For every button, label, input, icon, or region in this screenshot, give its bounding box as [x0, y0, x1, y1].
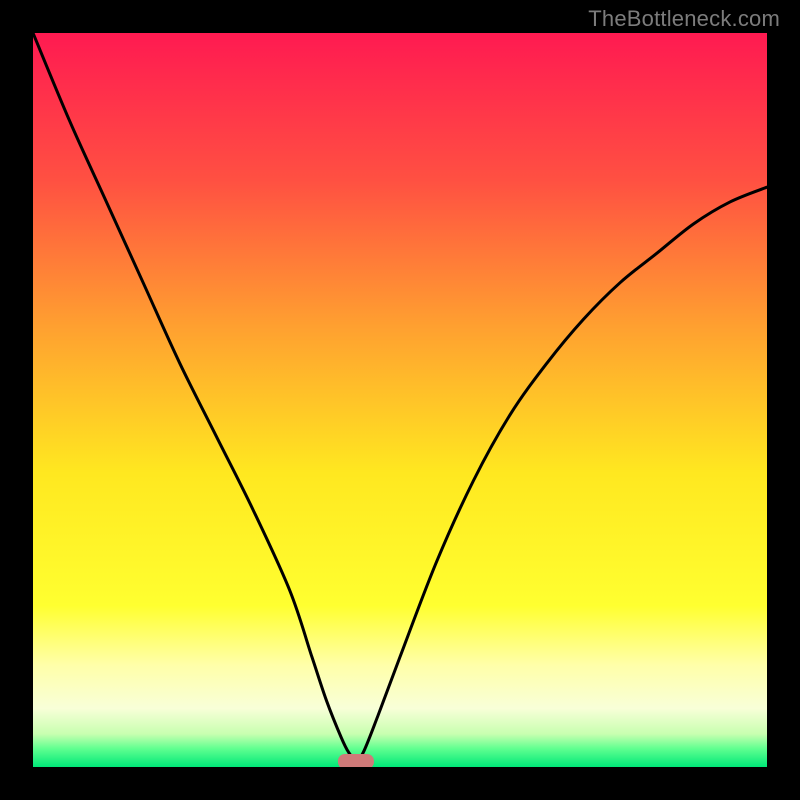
- optimal-marker: [338, 754, 374, 767]
- plot-area: [33, 33, 767, 767]
- watermark-text: TheBottleneck.com: [588, 6, 780, 32]
- bottleneck-chart: [33, 33, 767, 767]
- chart-frame: TheBottleneck.com: [0, 0, 800, 800]
